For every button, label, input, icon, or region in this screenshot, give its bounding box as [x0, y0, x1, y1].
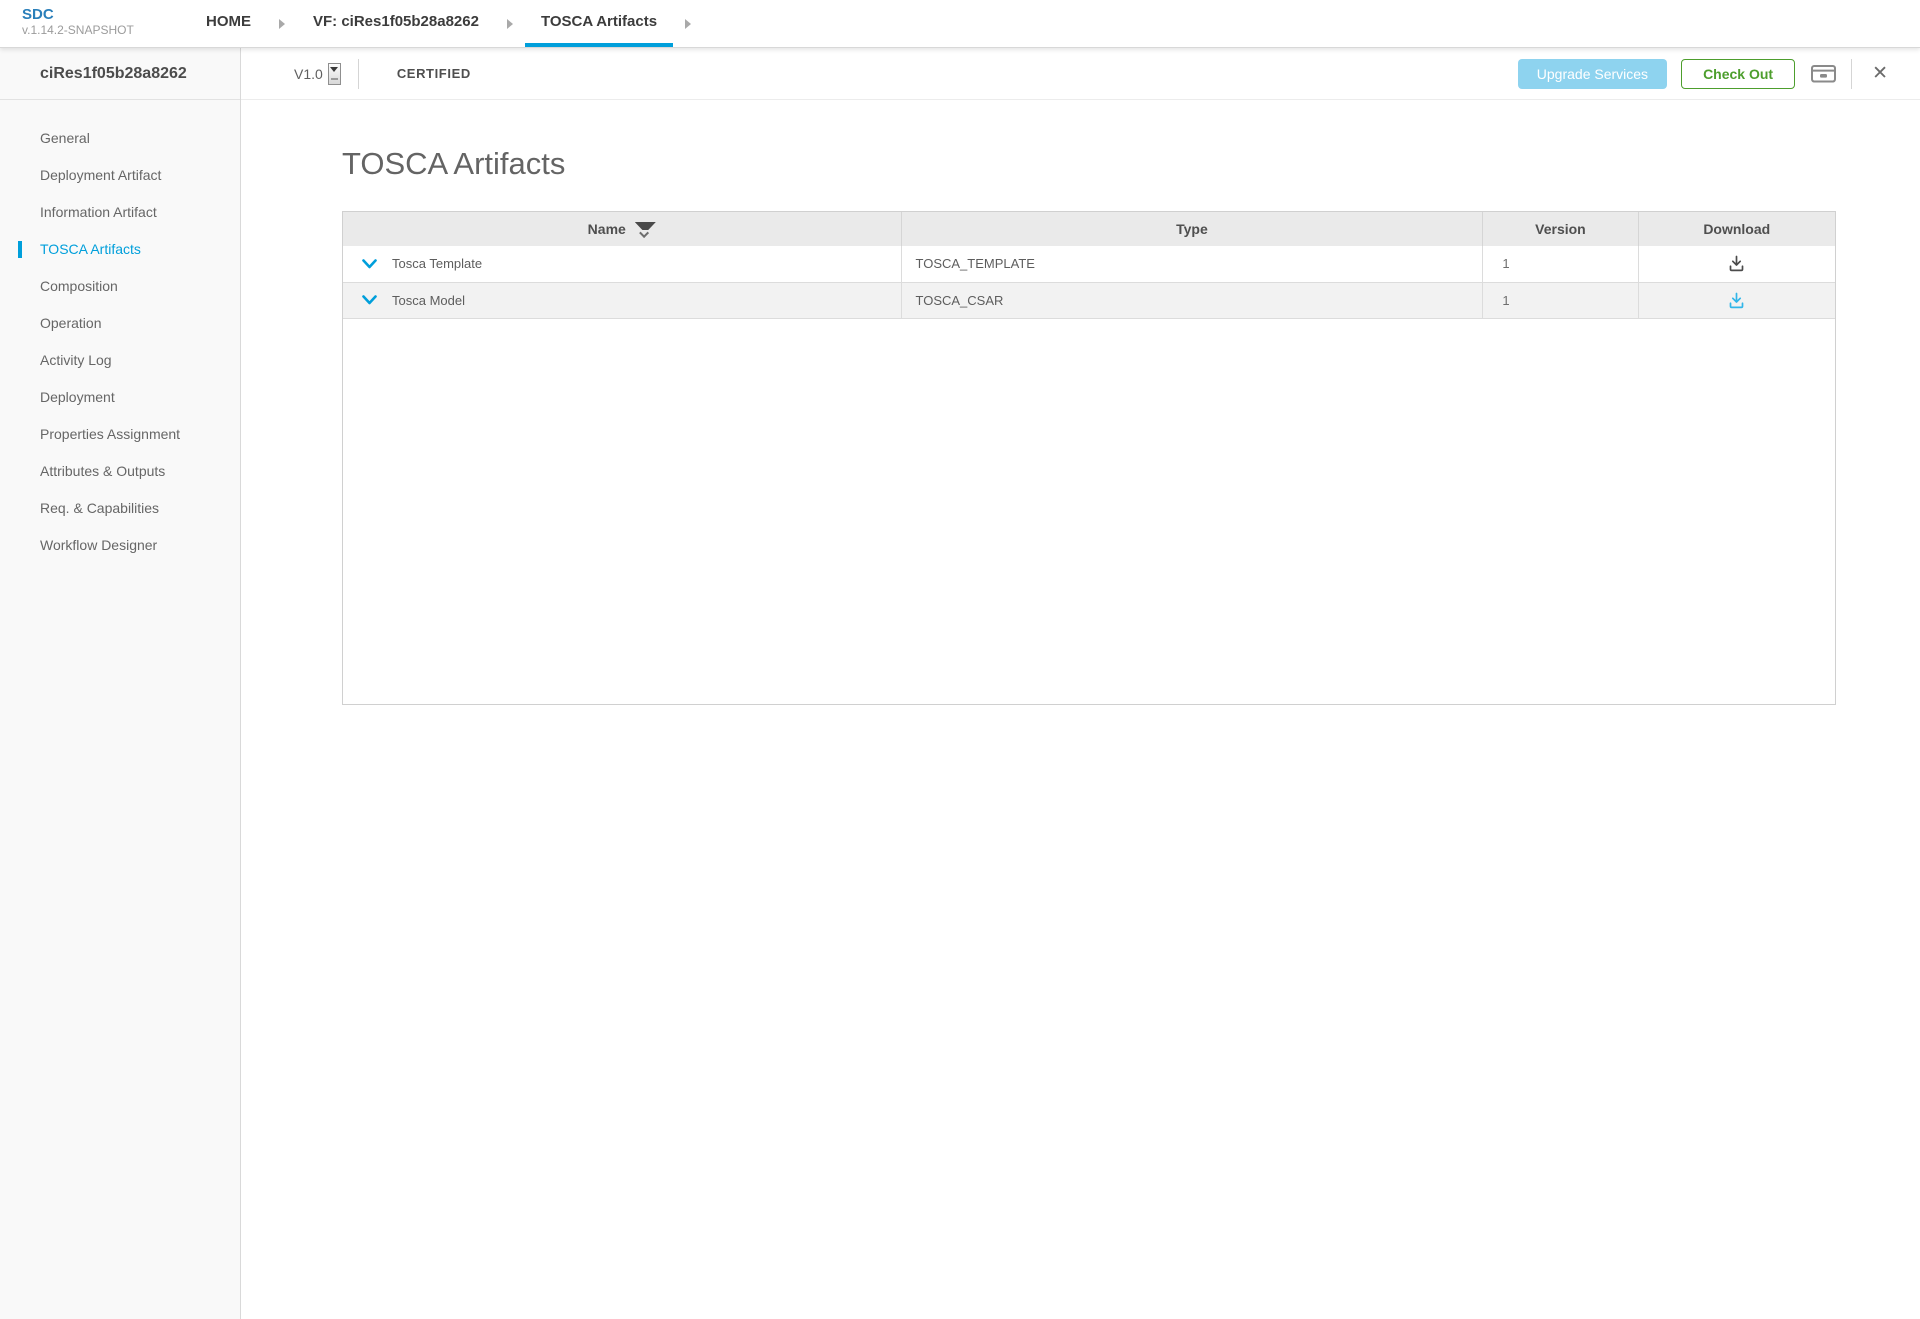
toolbar-divider [358, 59, 359, 89]
expand-chevron-down-icon[interactable] [362, 295, 377, 305]
download-icon[interactable] [1728, 292, 1745, 309]
sidebar-item-properties-assignment[interactable]: Properties Assignment [0, 416, 240, 453]
column-header-version[interactable]: Version [1483, 212, 1638, 246]
table-row: Tosca Model TOSCA_CSAR 1 [343, 282, 1835, 318]
artifact-version: 1 [1483, 246, 1638, 282]
sidebar: ciRes1f05b28a8262 General Deployment Art… [0, 48, 241, 1319]
expand-chevron-down-icon[interactable] [362, 259, 377, 269]
page-title: TOSCA Artifacts [342, 146, 1920, 182]
version-label: V1.0 [294, 66, 323, 82]
main-content: V1.0 CERTIFIED Upgrade Services Check Ou… [241, 48, 1920, 1319]
sidebar-item-workflow-designer[interactable]: Workflow Designer [0, 527, 240, 564]
lifecycle-status-badge: CERTIFIED [397, 66, 471, 81]
artifact-name: Tosca Model [392, 293, 465, 308]
sidebar-item-req-capabilities[interactable]: Req. & Capabilities [0, 490, 240, 527]
column-header-download[interactable]: Download [1638, 212, 1835, 246]
column-header-name[interactable]: Name [343, 212, 901, 246]
sidebar-item-deployment-artifact[interactable]: Deployment Artifact [0, 157, 240, 194]
artifact-type: TOSCA_CSAR [901, 282, 1483, 318]
column-header-type[interactable]: Type [901, 212, 1483, 246]
stepper-down-icon [330, 67, 338, 72]
sidebar-item-deployment[interactable]: Deployment [0, 379, 240, 416]
breadcrumb: HOME VF: ciRes1f05b28a8262 TOSCA Artifac… [190, 0, 703, 47]
sdc-logo: SDC v.1.14.2-SNAPSHOT [0, 0, 190, 47]
top-bar: SDC v.1.14.2-SNAPSHOT HOME VF: ciRes1f05… [0, 0, 1920, 48]
sidebar-item-tosca-artifacts[interactable]: TOSCA Artifacts [0, 231, 240, 268]
sidebar-resource-title: ciRes1f05b28a8262 [0, 48, 240, 100]
tab-vf[interactable]: VF: ciRes1f05b28a8262 [297, 0, 495, 47]
upgrade-services-button[interactable]: Upgrade Services [1518, 59, 1667, 89]
download-icon[interactable] [1728, 255, 1745, 272]
stepper-ridge [331, 78, 338, 80]
sidebar-item-information-artifact[interactable]: Information Artifact [0, 194, 240, 231]
artifact-type: TOSCA_TEMPLATE [901, 246, 1483, 282]
breadcrumb-arrow-icon [685, 19, 691, 29]
artifact-name: Tosca Template [392, 256, 482, 271]
toolbar: V1.0 CERTIFIED Upgrade Services Check Ou… [241, 48, 1920, 100]
toolbar-divider [1851, 59, 1852, 89]
sidebar-item-attributes-outputs[interactable]: Attributes & Outputs [0, 453, 240, 490]
breadcrumb-arrow-icon [279, 19, 285, 29]
breadcrumb-arrow-icon [507, 19, 513, 29]
print-icon[interactable] [1810, 61, 1837, 86]
column-header-name-label: Name [588, 221, 626, 237]
check-out-button[interactable]: Check Out [1681, 59, 1795, 89]
tosca-artifacts-table: Name Type Version Download [342, 211, 1836, 705]
sidebar-item-general[interactable]: General [0, 120, 240, 157]
table-header-row: Name Type Version Download [343, 212, 1835, 246]
sidebar-item-activity-log[interactable]: Activity Log [0, 342, 240, 379]
logo-title: SDC [22, 7, 190, 23]
sort-icon[interactable] [635, 222, 656, 238]
sidebar-item-operation[interactable]: Operation [0, 305, 240, 342]
sidebar-menu: General Deployment Artifact Information … [0, 100, 240, 564]
table-row: Tosca Template TOSCA_TEMPLATE 1 [343, 246, 1835, 282]
logo-version: v.1.14.2-SNAPSHOT [22, 23, 190, 37]
artifact-version: 1 [1483, 282, 1638, 318]
tab-home[interactable]: HOME [190, 0, 267, 47]
sidebar-item-composition[interactable]: Composition [0, 268, 240, 305]
close-icon[interactable]: ✕ [1866, 64, 1894, 83]
tab-tosca-artifacts[interactable]: TOSCA Artifacts [525, 0, 673, 47]
version-stepper[interactable] [328, 63, 341, 85]
